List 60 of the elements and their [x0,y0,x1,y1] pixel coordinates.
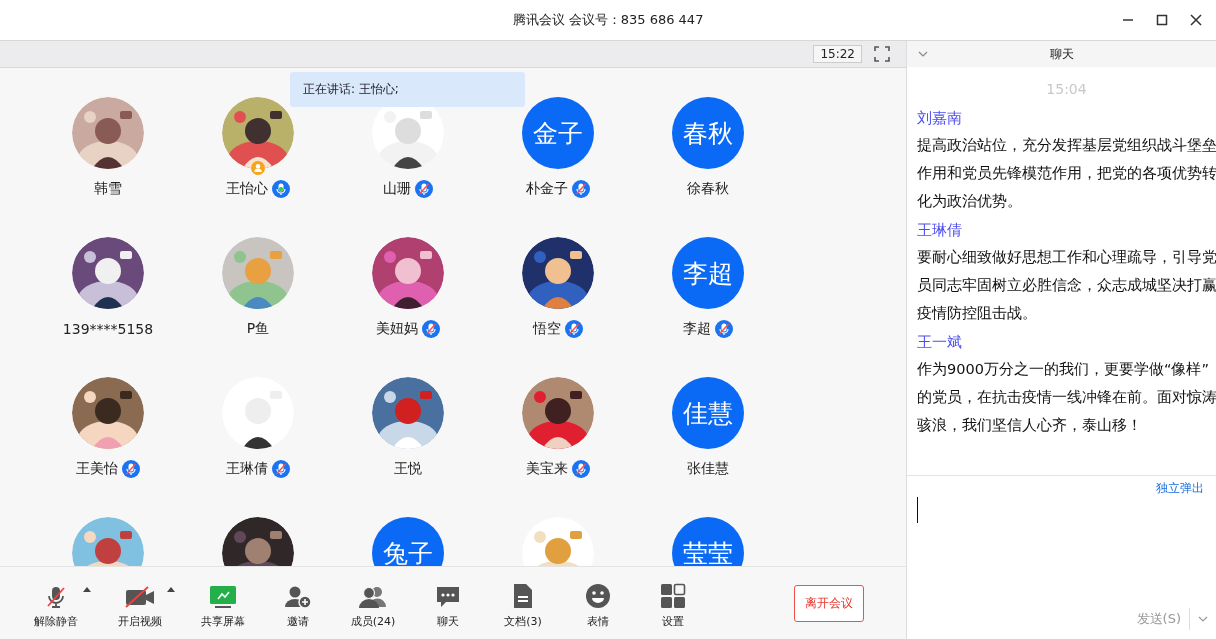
document-icon [512,583,534,609]
speaking-banner: 正在讲话: 王怡心; [290,72,525,107]
avatar-initials: 佳慧 [672,377,744,449]
message-sender: 王一斌 [917,333,963,352]
participant-name: 朴金子 [526,180,568,198]
grid-tiles-icon [660,583,686,609]
participant-name: 美妞妈 [376,320,418,338]
avatar-initials: 莹莹 [672,517,744,566]
screen-share-icon [209,585,237,609]
members-button[interactable]: 成员(24) [344,577,402,629]
avatar-initials: 春秋 [672,97,744,169]
participant-name: 王美怡 [76,460,118,478]
participant-name: 山珊 [383,180,411,198]
window-title: 腾讯会议 会议号：835 686 447 [512,11,704,29]
collapse-chevron-icon[interactable] [918,51,928,57]
participant-name: 李超 [683,320,711,338]
caret-icon[interactable] [83,587,91,592]
invite-button[interactable]: 邀请 [269,577,327,629]
camera-off-icon [124,585,156,609]
participant-name: 139****5158 [62,321,154,337]
participant-name: 悟空 [533,320,561,338]
caret-icon[interactable] [167,587,175,592]
message-sender: 刘嘉南 [917,109,963,128]
participant-name: 王怡心 [226,180,268,198]
participant-name: 张佳慧 [687,460,729,478]
message-text: 提高政治站位，充分发挥基层党组织战斗堡垒作用和党员先锋模范作用，把党的各项优势转化为政治优势。 [917,136,1216,211]
message-text: 作为9000万分之一的我们，更要学做“像样”的党员，在抗击疫情一线冲锋在前。面对惊涛骇浪，我们坚信人心齐，泰山移！ [917,360,1216,435]
chat-bubble-icon [435,585,461,609]
message-input-field[interactable]: 独立弹出 [907,476,1216,599]
leave-meeting-button[interactable]: 离开会议 [794,584,864,622]
participant-name: 美宝来 [526,460,568,478]
reactions-button[interactable]: 表情 [569,577,627,629]
maximize-icon[interactable] [1156,14,1168,26]
smiley-icon [585,583,611,609]
chat-title: 聊天 [1049,45,1074,63]
dropdown-caret-icon[interactable] [1198,616,1208,622]
settings-button[interactable]: 设置 [644,577,702,629]
popout-link[interactable]: 独立弹出 [1156,480,1204,497]
start-video-button[interactable]: 开启视频 [110,577,170,629]
avatar-initials: 金子 [522,97,594,169]
avatar-initials: 兔子 [372,517,444,566]
text-cursor [917,497,918,523]
participant-name: 王琳倩 [226,460,268,478]
close-icon[interactable] [1190,14,1202,26]
message-text: 要耐心细致做好思想工作和心理疏导，引导党员同志牢固树立必胜信念，众志成城坚决打赢疫情防控阻击战。 [917,248,1216,323]
people-icon [358,585,388,609]
participant-name: 王悦 [394,460,422,478]
documents-button[interactable]: 文档(3) [494,577,552,629]
chat-button[interactable]: 聊天 [419,577,477,629]
participant-name: 徐春秋 [687,180,729,198]
share-screen-button[interactable]: 共享屏幕 [194,577,252,629]
message-sender: 王琳倩 [917,221,963,240]
muted-microphone-icon [44,585,68,609]
add-person-icon [284,585,312,609]
participant-name: 韩雪 [94,180,122,198]
meeting-timer: 15:22 [813,45,862,63]
unmute-button[interactable]: 解除静音 [26,577,86,629]
avatar-initials: 李超 [672,237,744,309]
fullscreen-icon[interactable] [874,46,890,62]
participant-name: P鱼 [246,320,270,338]
